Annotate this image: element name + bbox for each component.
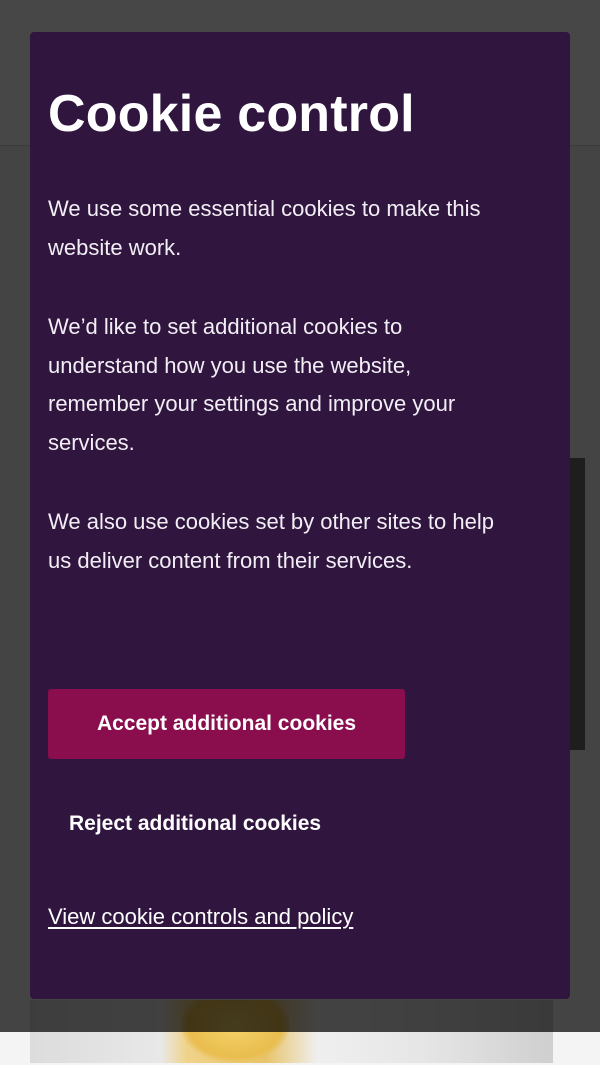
third-party-cookies-text: We also use cookies set by other sites t… [48, 509, 494, 573]
accept-cookies-button[interactable]: Accept additional cookies [48, 689, 405, 759]
cookie-policy-link[interactable]: View cookie controls and policy [48, 904, 353, 930]
dialog-title: Cookie control [48, 85, 415, 143]
additional-cookies-text: We’d like to set additional cookies to u… [48, 314, 456, 455]
reject-cookies-button[interactable]: Reject additional cookies [48, 789, 405, 859]
essential-cookies-text: We use some essential cookies to make th… [48, 196, 481, 260]
cookie-dialog: Cookie control We use some essential coo… [30, 32, 570, 999]
